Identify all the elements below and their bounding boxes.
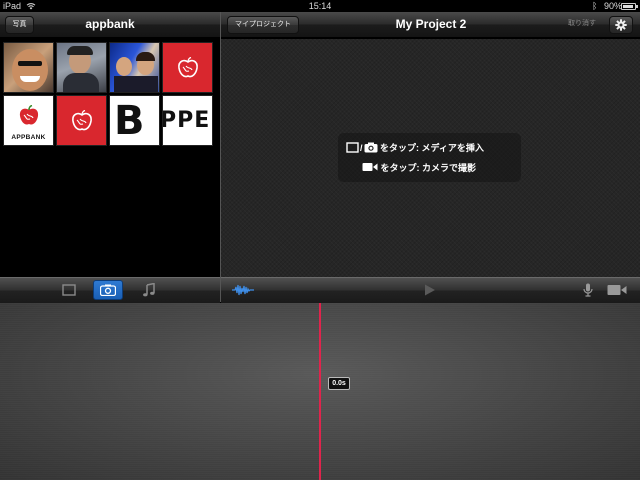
undo-button[interactable]: 取り消す: [561, 16, 603, 34]
media-browser-navbar: 写真 appbank: [0, 12, 220, 38]
gear-icon: [615, 19, 627, 31]
bluetooth-icon: ᛒ: [592, 1, 598, 11]
project-navbar: マイプロジェクト My Project 2 取り消す: [221, 12, 640, 38]
media-thumbnail[interactable]: [109, 42, 160, 93]
project-title: My Project 2: [395, 17, 467, 31]
hint-insert-media: をタップ: メディアを挿入: [380, 143, 484, 153]
microphone-icon[interactable]: [583, 283, 593, 297]
tab-music[interactable]: [134, 280, 164, 300]
my-projects-button[interactable]: マイプロジェクト: [227, 16, 299, 34]
battery-icon: [621, 3, 638, 10]
thumbnail-letter: B: [114, 98, 145, 144]
media-thumbnail[interactable]: APPBANK: [3, 95, 54, 146]
video-camera-icon: [362, 163, 378, 171]
camera-icon: [100, 284, 116, 296]
thumbnail-letters: PPE: [162, 108, 211, 133]
media-thumbnail[interactable]: [3, 42, 54, 93]
status-bar: iPad 15:14 ᛒ 90%: [0, 0, 640, 12]
media-thumbnail[interactable]: PPE: [162, 95, 213, 146]
playhead-time-label: 0.0s: [328, 377, 350, 390]
media-thumbnail[interactable]: [56, 95, 107, 146]
media-grid: APPBANK B PPE: [0, 39, 220, 277]
apple-logo-icon: [177, 56, 198, 77]
music-note-icon: [143, 283, 155, 297]
photos-back-button[interactable]: 写真: [5, 16, 34, 34]
camera-icon: [364, 142, 378, 153]
audio-waveform-icon[interactable]: [232, 284, 254, 296]
video-frame-icon: [346, 142, 359, 153]
media-thumbnail[interactable]: [56, 42, 107, 93]
media-thumbnail[interactable]: B: [109, 95, 160, 146]
video-frame-icon: [62, 284, 76, 296]
album-title: appbank: [85, 17, 135, 31]
clock: 15:14: [308, 1, 332, 11]
appbank-logo-text: APPBANK: [11, 134, 46, 141]
hint-camera-capture: をタップ: カメラで撮影: [380, 163, 477, 173]
tab-video[interactable]: [54, 280, 84, 300]
empty-project-hint: / をタップ: メディアを挿入 をタップ: カメラで撮影: [338, 133, 521, 182]
play-icon[interactable]: [424, 284, 436, 296]
apple-logo-icon: [19, 104, 38, 125]
media-thumbnail[interactable]: [162, 42, 213, 93]
tab-photos[interactable]: [93, 280, 123, 300]
settings-button[interactable]: [609, 16, 633, 34]
video-camera-icon[interactable]: [607, 284, 627, 296]
playhead[interactable]: [319, 303, 321, 480]
battery-percent: 90%: [604, 1, 623, 11]
apple-logo-icon: [71, 109, 92, 130]
